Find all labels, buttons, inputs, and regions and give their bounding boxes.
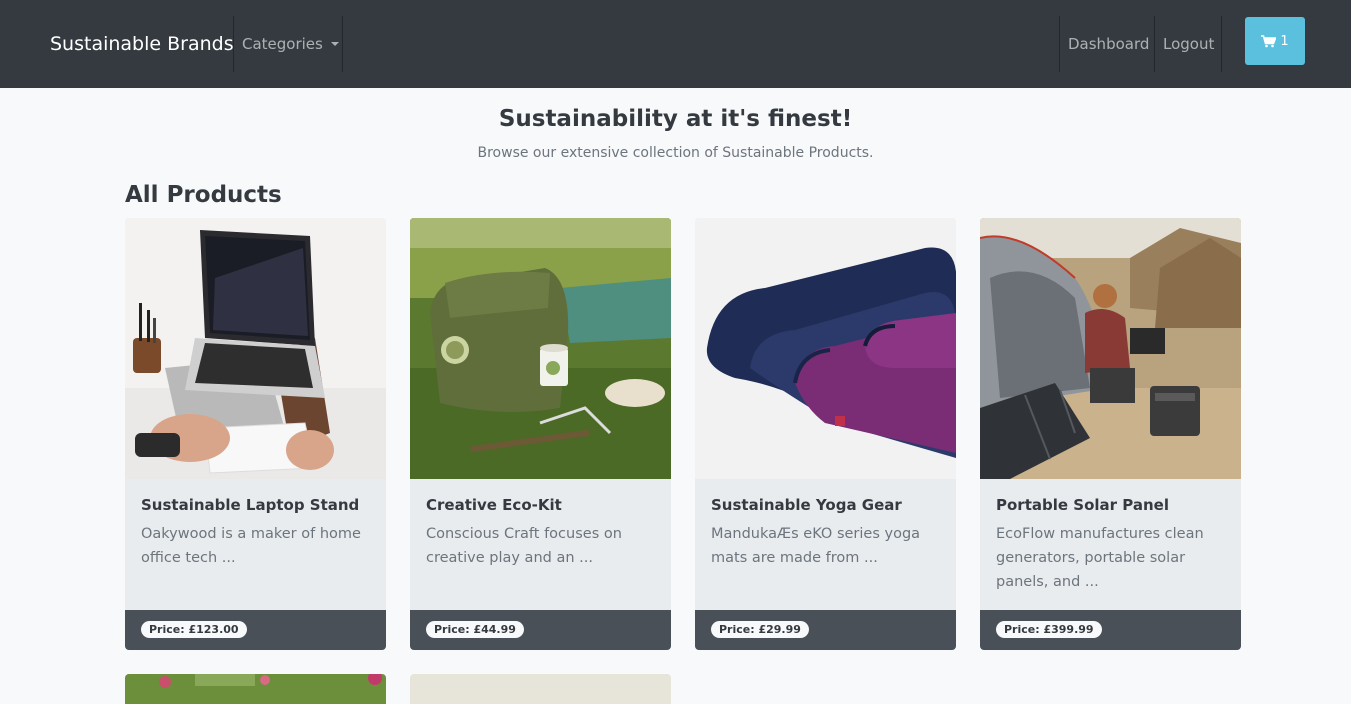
card-footer: Price: £399.99: [980, 610, 1241, 650]
nav-divider: [1221, 16, 1222, 72]
navbar: Sustainable Brands Categories Dashboard …: [0, 0, 1351, 88]
product-card[interactable]: [125, 674, 386, 704]
nav-divider: [342, 16, 343, 72]
product-image[interactable]: [410, 218, 671, 479]
product-description: EcoFlow manufactures clean generators, p…: [996, 526, 1204, 590]
categories-label: Categories: [242, 35, 323, 53]
product-description: MandukaÆs eKO series yoga mats are made …: [711, 526, 921, 566]
product-card[interactable]: [410, 674, 671, 704]
logout-link[interactable]: Logout: [1163, 35, 1214, 53]
product-title[interactable]: Portable Solar Panel: [996, 496, 1225, 514]
price-badge: Price: £123.00: [141, 621, 247, 638]
nav-divider: [1059, 16, 1060, 72]
product-title[interactable]: Sustainable Laptop Stand: [141, 496, 370, 514]
product-title[interactable]: Creative Eco-Kit: [426, 496, 655, 514]
price-badge: Price: £399.99: [996, 621, 1102, 638]
section-title: All Products: [125, 182, 282, 208]
categories-dropdown[interactable]: Categories: [242, 35, 339, 53]
card-footer: Price: £123.00: [125, 610, 386, 650]
price-badge: Price: £44.99: [426, 621, 524, 638]
card-footer: Price: £44.99: [410, 610, 671, 650]
caret-down-icon: [330, 42, 339, 46]
hero-title: Sustainability at it's finest!: [498, 106, 853, 132]
product-image[interactable]: [695, 218, 956, 479]
cart-count: 1: [1280, 33, 1289, 49]
cart-button[interactable]: 1: [1245, 17, 1305, 65]
product-image[interactable]: [125, 218, 386, 479]
nav-divider: [233, 16, 234, 72]
product-description: Oakywood is a maker of home office tech …: [141, 526, 361, 566]
product-image[interactable]: [125, 674, 386, 704]
product-card[interactable]: Creative Eco-Kit Conscious Craft focuses…: [410, 218, 671, 650]
product-card[interactable]: Portable Solar Panel EcoFlow manufacture…: [980, 218, 1241, 650]
hero-subtitle: Browse our extensive collection of Susta…: [477, 145, 874, 161]
brand-link[interactable]: Sustainable Brands: [50, 33, 234, 55]
dashboard-link[interactable]: Dashboard: [1068, 35, 1149, 53]
product-image[interactable]: [410, 674, 671, 704]
product-image[interactable]: [980, 218, 1241, 479]
product-title[interactable]: Sustainable Yoga Gear: [711, 496, 940, 514]
price-badge: Price: £29.99: [711, 621, 809, 638]
shopping-cart-icon: [1261, 34, 1277, 48]
product-description: Conscious Craft focuses on creative play…: [426, 526, 622, 566]
product-card[interactable]: Sustainable Yoga Gear MandukaÆs eKO seri…: [695, 218, 956, 650]
card-footer: Price: £29.99: [695, 610, 956, 650]
product-card[interactable]: Sustainable Laptop Stand Oakywood is a m…: [125, 218, 386, 650]
nav-divider: [1154, 16, 1155, 72]
